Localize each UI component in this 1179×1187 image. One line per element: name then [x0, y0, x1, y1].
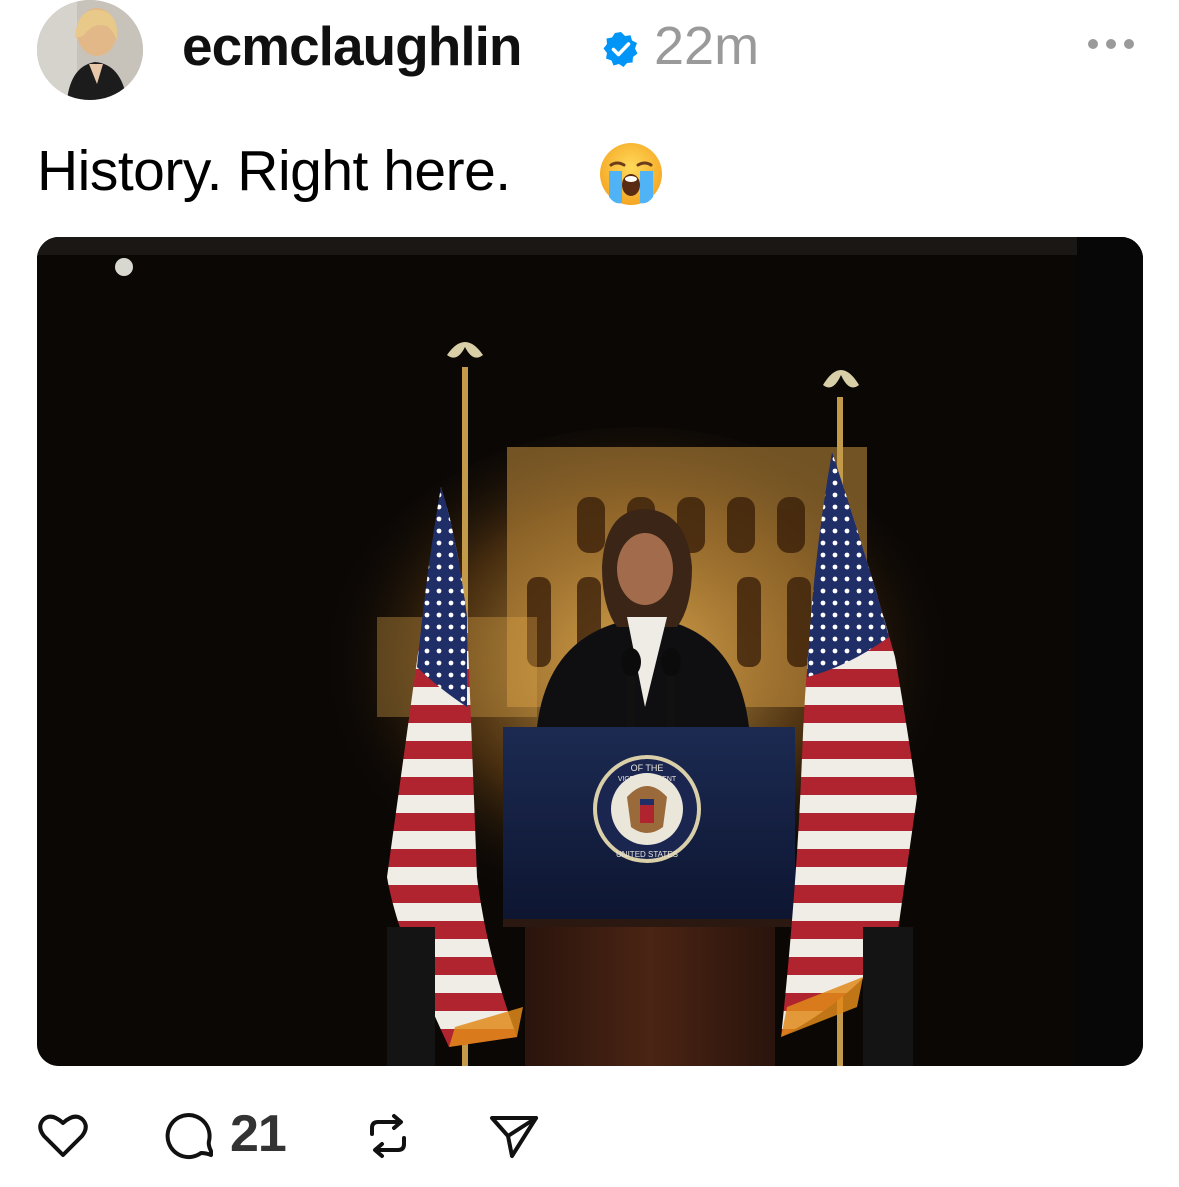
loudly-crying-face-icon — [600, 143, 662, 205]
vice-president-seal: OF THE UNITED STATES VICE PRESIDENT — [593, 755, 701, 863]
send-icon[interactable] — [488, 1112, 540, 1160]
post-photo[interactable]: OF THE UNITED STATES VICE PRESIDENT — [37, 237, 1143, 1066]
avatar-image — [37, 0, 143, 100]
username[interactable]: ecmclaughlin — [182, 14, 522, 78]
repost-icon[interactable] — [362, 1112, 414, 1160]
seal-text-left: VICE PRESIDENT — [618, 776, 677, 783]
avatar[interactable] — [37, 0, 143, 100]
seal-text-bottom: UNITED STATES — [616, 850, 678, 859]
seal-text-top: OF THE — [631, 763, 664, 773]
more-options-icon[interactable] — [1088, 37, 1134, 51]
photo-scene: OF THE UNITED STATES VICE PRESIDENT — [37, 237, 1143, 1066]
comment-icon[interactable] — [164, 1111, 216, 1161]
timestamp: 22m — [654, 16, 760, 76]
heart-icon[interactable] — [37, 1111, 89, 1159]
reply-count: 21 — [230, 1105, 287, 1163]
post-caption: History. Right here. — [37, 139, 511, 203]
verified-badge-icon — [603, 32, 638, 67]
